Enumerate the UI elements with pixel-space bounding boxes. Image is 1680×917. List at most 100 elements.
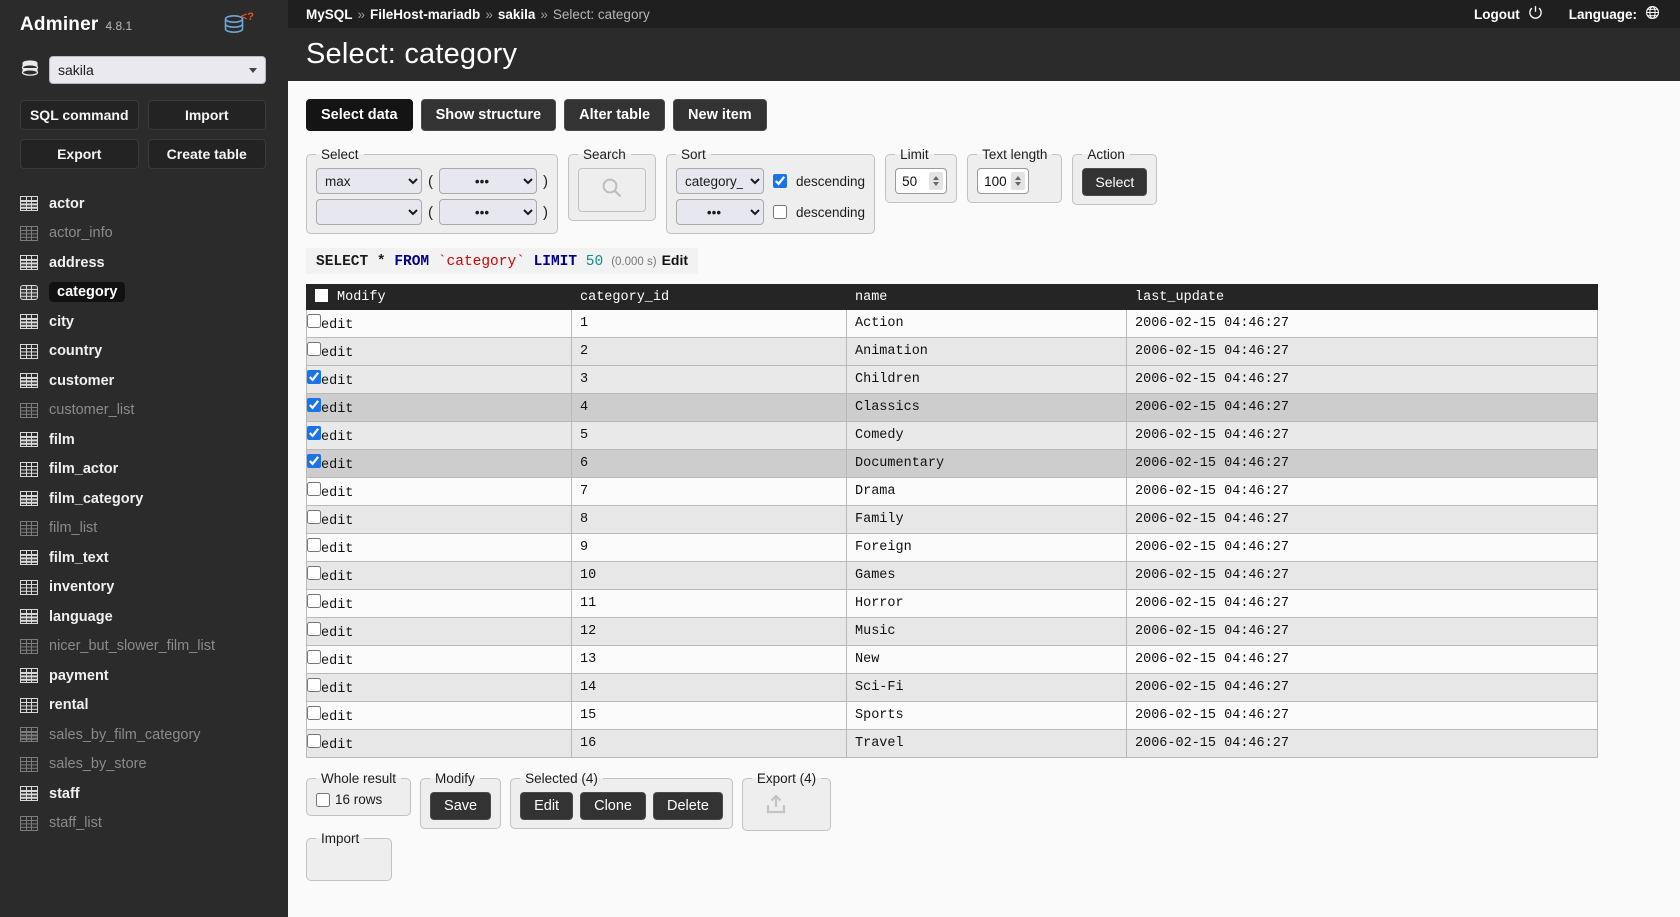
row-select-checkbox[interactable] [307,314,321,328]
table-row[interactable]: edit 14 Sci-Fi 2006-02-15 04:46:27 [306,673,1598,702]
table-row[interactable]: edit 4 Classics 2006-02-15 04:46:27 [306,393,1598,422]
sidebar-table-language[interactable]: language [0,602,288,632]
sidebar-table-customer_list[interactable]: customer_list [0,396,288,426]
table-row[interactable]: edit 10 Games 2006-02-15 04:46:27 [306,561,1598,590]
limit-input[interactable]: 50 [895,168,948,194]
sidebar-table-film_list[interactable]: film_list [0,514,288,544]
export-button[interactable] [752,792,800,822]
sort-column-2[interactable]: ••• [676,199,764,225]
edit-selected-button[interactable]: Edit [520,792,574,820]
row-edit-link[interactable]: edit [321,570,353,585]
tab-show-structure[interactable]: Show structure [420,99,557,131]
whole-result-checkbox[interactable] [316,792,330,807]
breadcrumb-database[interactable]: sakila [498,7,536,22]
table-row[interactable]: edit 9 Foreign 2006-02-15 04:46:27 [306,533,1598,562]
column-header-name[interactable]: name [846,284,1127,310]
clone-selected-button[interactable]: Clone [580,792,646,820]
row-select-checkbox[interactable] [307,650,321,664]
row-edit-link[interactable]: edit [321,486,353,501]
column-header-category-id[interactable]: category_id [571,284,847,310]
save-button[interactable]: Save [430,792,492,820]
row-edit-link[interactable]: edit [321,738,353,753]
sidebar-table-film_actor[interactable]: film_actor [0,455,288,485]
row-edit-link[interactable]: edit [321,514,353,529]
logout-button[interactable]: Logout [1474,5,1543,23]
select-submit-button[interactable]: Select [1082,168,1148,196]
sidebar-table-film[interactable]: film [0,425,288,455]
row-select-checkbox[interactable] [307,538,321,552]
select-all-checkbox[interactable] [315,289,328,302]
sidebar-table-country[interactable]: country [0,337,288,367]
sidebar-table-inventory[interactable]: inventory [0,573,288,603]
sidebar-table-actor[interactable]: actor [0,189,288,219]
select-column-1[interactable]: ••• [439,168,537,194]
import-button[interactable]: Import [147,100,266,130]
row-select-checkbox[interactable] [307,426,321,440]
export-button[interactable]: Export [20,139,139,169]
table-row[interactable]: edit 2 Animation 2006-02-15 04:46:27 [306,337,1598,366]
row-select-checkbox[interactable] [307,734,321,748]
table-row[interactable]: edit 16 Travel 2006-02-15 04:46:27 [306,729,1598,758]
sidebar-table-category[interactable]: category [0,278,288,308]
sidebar-table-staff[interactable]: staff [0,779,288,809]
row-select-checkbox[interactable] [307,706,321,720]
row-edit-link[interactable]: edit [321,458,353,473]
sidebar-table-customer[interactable]: customer [0,366,288,396]
tab-select-data[interactable]: Select data [306,99,413,131]
table-row[interactable]: edit 1 Action 2006-02-15 04:46:27 [306,309,1598,338]
row-edit-link[interactable]: edit [321,682,353,697]
sidebar-table-sales_by_store[interactable]: sales_by_store [0,750,288,780]
row-select-checkbox[interactable] [307,398,321,412]
sort-descending-checkbox-1[interactable] [773,174,787,188]
row-edit-link[interactable]: edit [321,430,353,445]
table-row[interactable]: edit 7 Drama 2006-02-15 04:46:27 [306,477,1598,506]
select-column-2[interactable]: ••• [439,199,537,225]
row-select-checkbox[interactable] [307,594,321,608]
delete-selected-button[interactable]: Delete [652,792,723,820]
row-select-checkbox[interactable] [307,482,321,496]
create-table-button[interactable]: Create table [147,139,266,169]
row-edit-link[interactable]: edit [321,374,353,389]
row-select-checkbox[interactable] [307,566,321,580]
tab-new-item[interactable]: New item [673,99,767,131]
search-button[interactable] [578,168,646,212]
table-row[interactable]: edit 11 Horror 2006-02-15 04:46:27 [306,589,1598,618]
text-length-stepper[interactable] [1011,172,1026,190]
row-select-checkbox[interactable] [307,342,321,356]
sidebar-table-sales_by_film_category[interactable]: sales_by_film_category [0,720,288,750]
table-row[interactable]: edit 12 Music 2006-02-15 04:46:27 [306,617,1598,646]
sidebar-table-nicer_but_slower_film_list[interactable]: nicer_but_slower_film_list [0,632,288,662]
row-edit-link[interactable]: edit [321,542,353,557]
database-select[interactable]: sakila [49,56,266,84]
column-header-last-update[interactable]: last_update [1126,284,1598,310]
sidebar-table-payment[interactable]: payment [0,661,288,691]
sql-edit-link[interactable]: Edit [662,252,688,268]
tab-alter-table[interactable]: Alter table [564,99,666,131]
row-select-checkbox[interactable] [307,510,321,524]
row-edit-link[interactable]: edit [321,598,353,613]
text-length-input[interactable]: 100 [977,168,1030,194]
table-row[interactable]: edit 6 Documentary 2006-02-15 04:46:27 [306,449,1598,478]
sort-column-1[interactable]: category_id [676,168,764,194]
row-select-checkbox[interactable] [307,370,321,384]
sql-command-button[interactable]: SQL command [20,100,139,130]
sidebar-table-rental[interactable]: rental [0,691,288,721]
table-row[interactable]: edit 15 Sports 2006-02-15 04:46:27 [306,701,1598,730]
language-selector[interactable]: Language: [1569,5,1660,23]
row-edit-link[interactable]: edit [321,710,353,725]
row-select-checkbox[interactable] [307,678,321,692]
breadcrumb-server[interactable]: FileHost-mariadb [370,7,480,22]
sort-descending-checkbox-2[interactable] [773,205,787,219]
select-function-2[interactable] [316,199,422,225]
limit-stepper[interactable] [929,172,944,190]
breadcrumb-system[interactable]: MySQL [306,7,353,22]
select-function-1[interactable]: max [316,168,422,194]
sidebar-table-staff_list[interactable]: staff_list [0,809,288,839]
table-row[interactable]: edit 5 Comedy 2006-02-15 04:46:27 [306,421,1598,450]
row-select-checkbox[interactable] [307,622,321,636]
row-edit-link[interactable]: edit [321,346,353,361]
sidebar-table-actor_info[interactable]: actor_info [0,219,288,249]
table-row[interactable]: edit 13 New 2006-02-15 04:46:27 [306,645,1598,674]
row-edit-link[interactable]: edit [321,654,353,669]
sidebar-table-address[interactable]: address [0,248,288,278]
